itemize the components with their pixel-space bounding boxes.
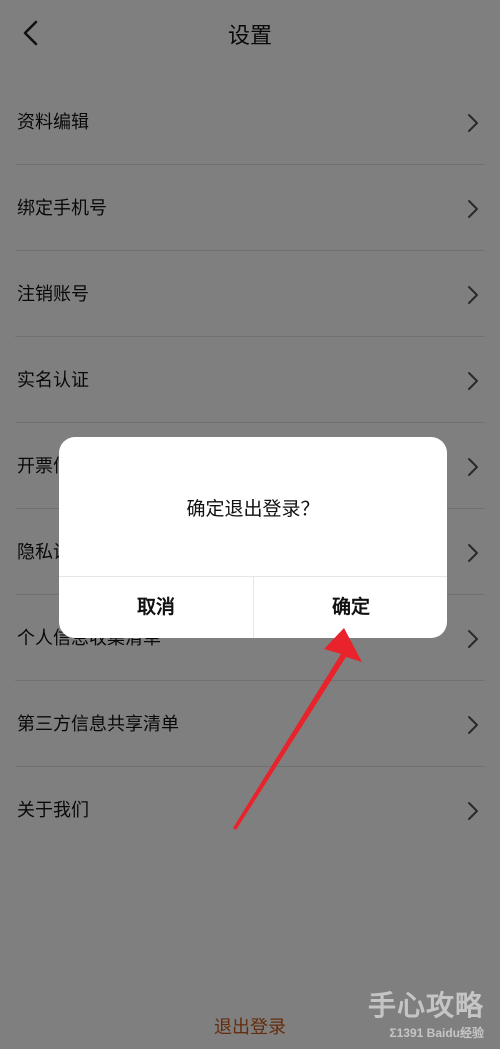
watermark-caption: Σ1391 Baidu经验 [389,1026,484,1040]
watermark-logo-text: 手心攻略 [367,990,484,1021]
watermark: 手心攻略 Σ1391 Baidu经验 [368,984,484,1041]
red-arrow-annotation [233,628,362,830]
